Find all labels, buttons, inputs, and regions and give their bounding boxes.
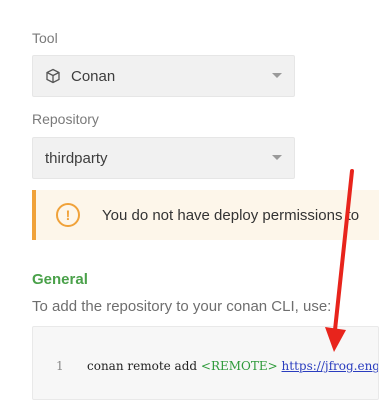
repository-select[interactable]: thirdparty bbox=[32, 137, 295, 179]
code-placeholder: <REMOTE> bbox=[200, 359, 278, 373]
conan-cube-icon bbox=[45, 68, 61, 84]
set-me-up-panel: Tool Conan Repository thirdparty ! You d… bbox=[0, 0, 379, 400]
permission-warning-alert: ! You do not have deploy permissions to bbox=[32, 190, 379, 240]
tool-select[interactable]: Conan bbox=[32, 55, 295, 97]
code-url-link[interactable]: https://jfrog.eng.s bbox=[282, 359, 378, 373]
repository-select-value: thirdparty bbox=[45, 149, 108, 167]
chevron-down-icon bbox=[272, 155, 282, 160]
tool-select-value: Conan bbox=[71, 67, 116, 85]
general-section-description: To add the repository to your conan CLI,… bbox=[32, 298, 332, 315]
code-snippet[interactable]: 1 conan remote add <REMOTE> https://jfro… bbox=[32, 326, 379, 400]
code-command: conan remote add bbox=[87, 359, 201, 373]
code-line-number: 1 bbox=[56, 359, 64, 373]
tool-label: Tool bbox=[32, 30, 58, 46]
repository-label: Repository bbox=[32, 111, 99, 127]
warning-circle-icon: ! bbox=[56, 203, 80, 227]
alert-text: You do not have deploy permissions to bbox=[102, 206, 360, 224]
code-line: conan remote add <REMOTE> https://jfrog.… bbox=[87, 359, 378, 373]
chevron-down-icon bbox=[272, 73, 282, 78]
general-section-title: General bbox=[32, 271, 88, 288]
